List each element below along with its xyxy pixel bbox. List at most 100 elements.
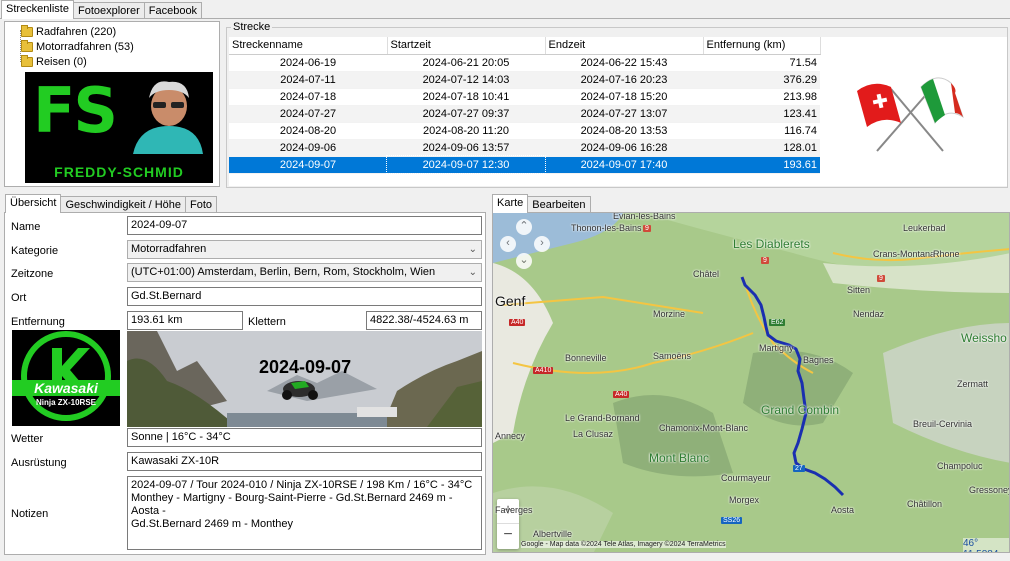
road-shield: A40 — [509, 319, 526, 326]
map-place-label: Faverges — [495, 505, 533, 515]
zeitzone-select[interactable]: (UTC+01:00) Amsterdam, Berlin, Bern, Rom… — [127, 263, 482, 282]
tab-fotoexplorer[interactable]: Fotoexplorer — [72, 2, 145, 19]
map-view[interactable]: ⌃ ‹ › ⌄ + − Evian-les-Bains Thonon-les-Ba… — [492, 212, 1010, 553]
strecke-group-title: Strecke — [231, 21, 273, 33]
name-field[interactable]: 2024-09-07 — [127, 216, 482, 235]
map-place-label: Morgex — [729, 495, 760, 505]
notizen-label: Notizen — [11, 508, 49, 520]
table-cell-end: 2024-08-20 13:53 — [545, 122, 703, 140]
road-shield: 9 — [761, 257, 769, 264]
pan-up-icon[interactable]: ⌃ — [516, 219, 532, 235]
pan-right-icon[interactable]: › — [534, 236, 550, 252]
table-row[interactable]: 2024-08-20 2024-08-20 11:20 2024-08-20 13:… — [229, 122, 820, 140]
tab-karte[interactable]: Karte — [492, 194, 529, 213]
tab-facebook[interactable]: Facebook — [143, 2, 203, 19]
map-place-label: Bonneville — [565, 353, 607, 363]
table-cell-end: 2024-07-18 15:20 — [545, 88, 703, 106]
folder-icon — [21, 54, 33, 67]
kawasaki-logo: Kawasaki Ninja ZX-10RSE — [12, 330, 120, 426]
top-tab-bar: Streckenliste Fotoexplorer Facebook — [1, 0, 203, 19]
col-entfernung[interactable]: Entfernung (km) — [703, 37, 821, 55]
detail-tab-bar: Übersicht Geschwindigkeit / Höhe Foto — [5, 194, 218, 213]
map-place-label: Châtillon — [907, 499, 943, 509]
map-attribution: Google - Map data ©2024 Tele Atlas, Imag… — [521, 541, 726, 548]
road-shield: A40 — [613, 391, 630, 398]
col-endzeit[interactable]: Endzeit — [545, 37, 704, 55]
map-place-label: Châtel — [693, 269, 720, 279]
tour-photo: 2024-09-07 — [127, 331, 482, 427]
table-cell-end: 2024-09-07 17:40 — [545, 156, 703, 174]
map-place-label: Crans-Montana — [873, 249, 936, 259]
table-cell-name: 2024-09-06 — [229, 139, 387, 157]
entfernung-field[interactable]: 193.61 km — [127, 311, 243, 330]
chevron-down-icon: ⌄ — [468, 244, 477, 255]
map-place-label: Mont Blanc — [649, 451, 710, 465]
tree-item-radfahren[interactable]: Radfahren (220) — [21, 24, 134, 39]
road-shield: 9 — [877, 275, 885, 282]
col-startzeit[interactable]: Startzeit — [387, 37, 546, 55]
table-cell-end: 2024-09-06 16:28 — [545, 139, 703, 157]
map-place-label: Bagnes — [803, 355, 834, 365]
col-streckenname[interactable]: Streckenname — [229, 37, 388, 55]
table-cell-start: 2024-08-20 11:20 — [387, 122, 545, 140]
table-cell-dist: 213.98 — [703, 88, 820, 106]
coordinate-readout: 46° 11.5884 — [963, 538, 1009, 552]
road-shield: 27 — [793, 465, 805, 472]
tree-item-motorradfahren[interactable]: Motorradfahren (53) — [21, 39, 134, 54]
road-shield: A410 — [533, 367, 554, 374]
table-row[interactable]: 2024-09-07 2024-09-07 12:30 2024-09-07 17:… — [229, 155, 820, 174]
table-row[interactable]: 2024-07-18 2024-07-18 10:41 2024-07-18 15:… — [229, 88, 820, 106]
logo-text: FREDDY-SCHMID — [54, 164, 184, 180]
strecke-table-area: Streckenname Startzeit Endzeit Entfernun… — [229, 37, 1007, 186]
tab-geschwindigkeit-hoehe[interactable]: Geschwindigkeit / Höhe — [60, 196, 187, 213]
ausruestung-label: Ausrüstung — [11, 457, 67, 469]
wetter-field[interactable]: Sonne | 16°C - 34°C — [127, 428, 482, 447]
tab-uebersicht[interactable]: Übersicht — [5, 194, 62, 213]
table-row[interactable]: 2024-09-06 2024-09-06 13:57 2024-09-06 16:… — [229, 139, 820, 157]
entfernung-label: Entfernung — [11, 316, 65, 328]
kawasaki-model: Ninja ZX-10RSE — [35, 398, 96, 407]
map-place-label: Genf — [495, 293, 526, 309]
map-place-label: Courmayeur — [721, 473, 771, 483]
table-row[interactable]: 2024-06-19 2024-06-21 20:05 2024-06-22 15:… — [229, 54, 820, 72]
tab-streckenliste[interactable]: Streckenliste — [1, 0, 74, 19]
table-row[interactable]: 2024-07-11 2024-07-12 14:03 2024-07-16 20:… — [229, 71, 820, 89]
zoom-out-button[interactable]: − — [497, 524, 519, 549]
map-place-label: Martigny — [759, 343, 794, 353]
table-cell-dist: 193.61 — [703, 156, 820, 174]
table-cell-end: 2024-07-27 13:07 — [545, 105, 703, 123]
tree-item-reisen[interactable]: Reisen (0) — [21, 54, 134, 69]
kategorie-select[interactable]: Motorradfahren ⌄ — [127, 240, 482, 259]
table-row[interactable]: 2024-07-27 2024-07-27 09:37 2024-07-27 13:… — [229, 105, 820, 123]
klettern-field[interactable]: 4822.38/-4524.63 m — [366, 311, 482, 330]
table-cell-name: 2024-08-20 — [229, 122, 387, 140]
table-cell-dist: 116.74 — [703, 122, 820, 140]
pan-down-icon[interactable]: ⌄ — [516, 253, 532, 269]
table-cell-start: 2024-09-07 12:30 — [386, 155, 546, 174]
table-cell-start: 2024-07-27 09:37 — [387, 105, 545, 123]
name-label: Name — [11, 221, 41, 233]
map-place-label: Nendaz — [853, 309, 885, 319]
folder-icon — [21, 39, 33, 52]
flags-image — [851, 69, 971, 159]
ausruestung-field[interactable]: Kawasaki ZX-10R — [127, 452, 482, 471]
portrait-image — [133, 78, 203, 154]
map-place-label: Grand Combin — [761, 403, 840, 417]
table-cell-dist: 123.41 — [703, 105, 820, 123]
tab-bearbeiten[interactable]: Bearbeiten — [527, 196, 591, 213]
tab-foto[interactable]: Foto — [185, 196, 218, 213]
table-cell-dist: 376.29 — [703, 71, 820, 89]
category-tree-panel: Radfahren (220) Motorradfahren (53) Reis… — [4, 21, 220, 187]
map-place-label: Gressoney-Sain — [969, 485, 1009, 495]
map-place-label: Aosta — [831, 505, 855, 515]
pan-left-icon[interactable]: ‹ — [500, 236, 516, 252]
map-place-label: Samoëns — [653, 351, 692, 361]
kawasaki-brand: Kawasaki — [12, 380, 120, 396]
map-place-label: Chamonix-Mont-Blanc — [659, 423, 749, 433]
map-place-label: Annecy — [495, 431, 526, 441]
table-cell-dist: 71.54 — [703, 54, 820, 72]
notizen-textarea[interactable]: 2024-09-07 / Tour 2024-010 / Ninja ZX-10… — [127, 476, 482, 550]
table-cell-name: 2024-09-07 — [229, 156, 387, 174]
table-cell-dist: 128.01 — [703, 139, 820, 157]
ort-field[interactable]: Gd.St.Bernard — [127, 287, 482, 306]
